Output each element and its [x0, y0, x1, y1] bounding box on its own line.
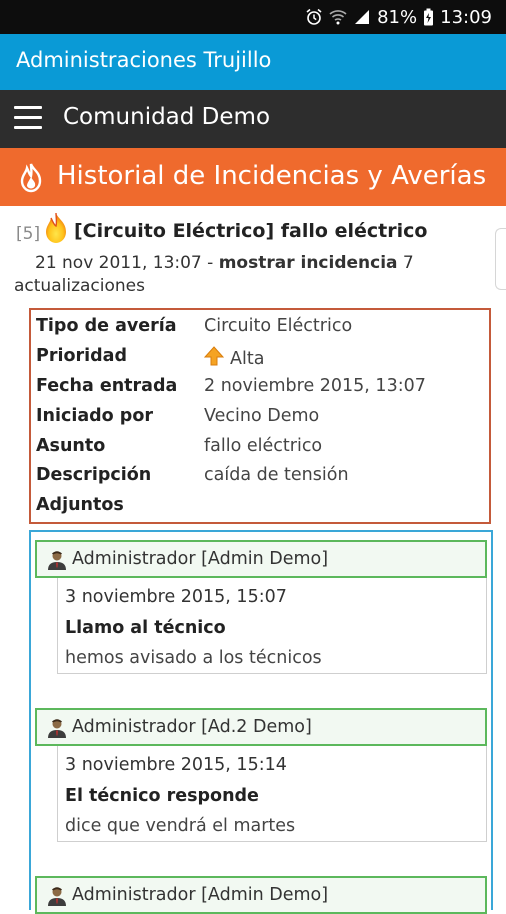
section-title: Historial de Incidencias y Averías: [57, 161, 487, 191]
detail-row-subject: Asunto fallo eléctrico: [36, 436, 486, 464]
detail-label: Tipo de avería: [36, 316, 177, 336]
detail-row-attachments: Adjuntos: [36, 495, 486, 523]
detail-label: Descripción: [36, 465, 152, 485]
signal-icon: [353, 8, 371, 26]
update-date: 3 noviembre 2015, 15:07: [65, 587, 287, 607]
detail-value: 2 noviembre 2015, 13:07: [204, 376, 426, 396]
meta-separator: -: [201, 253, 219, 273]
clock: 13:09: [440, 6, 492, 28]
battery-percentage: 81%: [377, 6, 418, 28]
detail-value: Vecino Demo: [204, 406, 320, 426]
update-body: 3 noviembre 2015, 15:07 Llamo al técnico…: [57, 578, 487, 674]
detail-label: Iniciado por: [36, 406, 153, 426]
update-subject: Llamo al técnico: [65, 618, 226, 638]
toolbar: Comunidad Demo: [0, 90, 506, 148]
update-header: Administrador [Ad.2 Demo]: [35, 708, 487, 746]
section-header: Historial de Incidencias y Averías: [0, 148, 506, 206]
hamburger-menu-icon[interactable]: [14, 106, 44, 132]
user-icon: [46, 717, 68, 743]
update-date: 3 noviembre 2015, 15:14: [65, 755, 287, 775]
fire-icon: [43, 212, 69, 248]
update-author: Administrador [Ad.2 Demo]: [72, 717, 312, 737]
detail-label: Fecha entrada: [36, 376, 178, 396]
update-header: Administrador [Admin Demo]: [35, 540, 487, 578]
updates-thread: Administrador [Admin Demo] 3 noviembre 2…: [29, 530, 493, 914]
scrollbar[interactable]: [495, 228, 506, 290]
detail-label: Adjuntos: [36, 495, 124, 515]
show-incident-link[interactable]: mostrar incidencia: [219, 253, 398, 273]
fire-icon: [16, 162, 46, 198]
priority-value: Alta: [230, 349, 265, 369]
detail-row-initiator: Iniciado por Vecino Demo: [36, 406, 486, 434]
detail-row-type: Tipo de avería Circuito Eléctrico: [36, 316, 486, 344]
detail-value: Circuito Eléctrico: [204, 316, 353, 336]
detail-value: fallo eléctrico: [204, 436, 323, 456]
update-header: Administrador [Admin Demo]: [35, 876, 487, 914]
incident-details: Tipo de avería Circuito Eléctrico Priori…: [29, 308, 491, 524]
update-text: dice que vendrá el martes: [65, 816, 296, 836]
alarm-icon: [305, 8, 323, 26]
wifi-icon: [329, 8, 347, 26]
arrow-up-icon: [203, 346, 225, 371]
detail-value-wrap: Alta: [203, 346, 265, 371]
app-bar: Administraciones Trujillo: [0, 34, 506, 90]
community-title: Comunidad Demo: [63, 104, 271, 130]
incident-header: [5] [Circuito Eléctrico] fallo eléctrico: [16, 212, 486, 248]
user-icon: [46, 549, 68, 575]
battery-icon: [423, 8, 434, 26]
incident-content[interactable]: [5] [Circuito Eléctrico] fallo eléctrico…: [0, 206, 506, 914]
detail-label: Prioridad: [36, 346, 127, 366]
user-icon: [46, 885, 68, 911]
detail-value: caída de tensión: [204, 465, 349, 485]
status-icons: 81% 13:09: [305, 0, 492, 34]
incident-title: [Circuito Eléctrico] fallo eléctrico: [74, 220, 428, 242]
detail-row-priority: Prioridad Alta: [36, 346, 486, 374]
incident-date: 21 nov 2011, 13:07: [35, 253, 202, 273]
update-subject: El técnico responde: [65, 786, 259, 806]
update-body: 3 noviembre 2015, 15:14 El técnico respo…: [57, 746, 487, 842]
detail-label: Asunto: [36, 436, 106, 456]
incident-meta: 21 nov 2011, 13:07 - mostrar incidencia …: [14, 252, 474, 298]
app-title: Administraciones Trujillo: [16, 48, 272, 72]
update-author: Administrador [Admin Demo]: [72, 549, 329, 569]
detail-row-date: Fecha entrada 2 noviembre 2015, 13:07: [36, 376, 486, 404]
update-author: Administrador [Admin Demo]: [72, 885, 329, 905]
detail-row-description: Descripción caída de tensión: [36, 465, 486, 493]
status-bar: 81% 13:09: [0, 0, 506, 34]
update-text: hemos avisado a los técnicos: [65, 648, 322, 668]
incident-number: [5]: [16, 224, 41, 244]
